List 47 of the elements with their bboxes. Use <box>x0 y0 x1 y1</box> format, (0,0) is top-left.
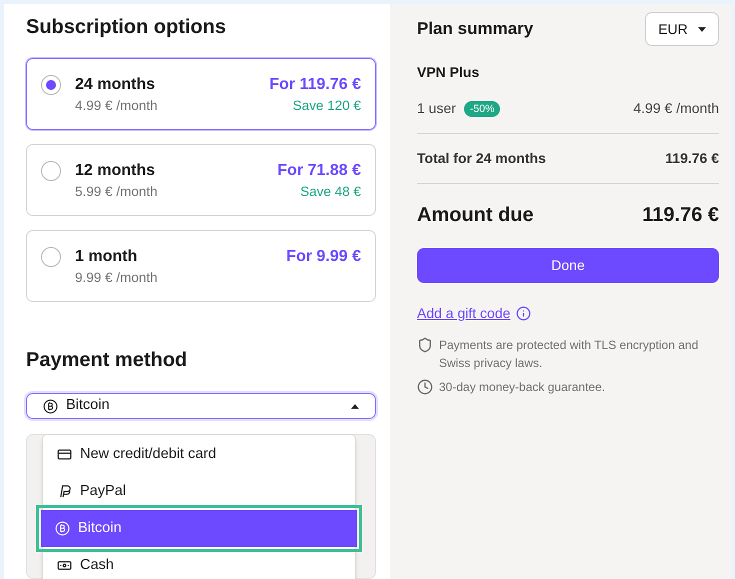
amount-due-label: Amount due <box>417 203 534 228</box>
clock-icon <box>417 379 433 395</box>
gift-code-link[interactable]: Add a gift code <box>417 303 510 324</box>
plan-duration: 12 months <box>75 161 156 181</box>
banknote-icon <box>57 558 72 573</box>
unit-price: 4.99 € /month <box>633 99 719 118</box>
discount-badge: -50% <box>464 100 500 116</box>
plan-option[interactable]: 12 months 5.99 € /month For 71.88 € Save 48 € <box>26 144 376 216</box>
currency-select[interactable]: EUR <box>645 12 719 46</box>
plan-option[interactable]: 1 month 9.99 € /month For 9.99 € <box>26 230 376 302</box>
monthly-price: 5.99 € /month <box>75 183 158 201</box>
saving-text: Save 48 € <box>300 183 361 201</box>
bitcoin-icon <box>55 521 70 536</box>
total-label: Total for 24 months <box>417 149 546 168</box>
note-text: Payments are protected with TLS encryption and Swiss privacy laws. <box>439 337 700 372</box>
plan-duration: 1 month <box>75 247 138 267</box>
plan-price: For 119.76 € <box>269 75 361 95</box>
total-amount: 119.76 € <box>665 149 719 168</box>
radio-button[interactable] <box>41 161 61 181</box>
saving-text: Save 120 € <box>292 97 361 115</box>
section-title: Plan summary <box>417 18 534 40</box>
menu-item[interactable]: Cash <box>43 547 355 579</box>
bitcoin-icon <box>43 398 58 414</box>
radio-button[interactable] <box>41 75 61 95</box>
shield-icon <box>417 337 433 353</box>
info-icon[interactable] <box>516 306 532 321</box>
user-count: 1 user <box>417 99 456 118</box>
note-text: 30-day money-back guarantee. <box>439 379 606 396</box>
plan-duration: 24 months <box>75 75 156 95</box>
section-title: Payment method <box>26 348 188 373</box>
plan-price: For 71.88 € <box>277 161 361 181</box>
radio-button[interactable] <box>41 247 61 267</box>
credit-card-icon <box>57 447 72 462</box>
amount-due: 119.76 € <box>642 203 719 228</box>
payment-select[interactable]: Bitcoin <box>26 393 376 420</box>
monthly-price: 9.99 € /month <box>75 269 158 287</box>
caret-icon <box>698 26 706 32</box>
plan-price: For 9.99 € <box>286 247 361 267</box>
caret-icon <box>351 404 359 409</box>
monthly-price: 4.99 € /month <box>75 97 158 115</box>
menu-item[interactable]: New credit/debit card <box>43 436 355 473</box>
section-title: Subscription options <box>26 15 227 40</box>
plan-name: VPN Plus <box>417 63 480 82</box>
plan-option[interactable]: 24 months 4.99 € /month For 119.76 € Save 120 € <box>26 58 376 130</box>
done-button[interactable]: Done <box>417 248 719 283</box>
menu-item[interactable]: Bitcoin <box>41 510 357 547</box>
paypal-icon <box>57 484 72 499</box>
